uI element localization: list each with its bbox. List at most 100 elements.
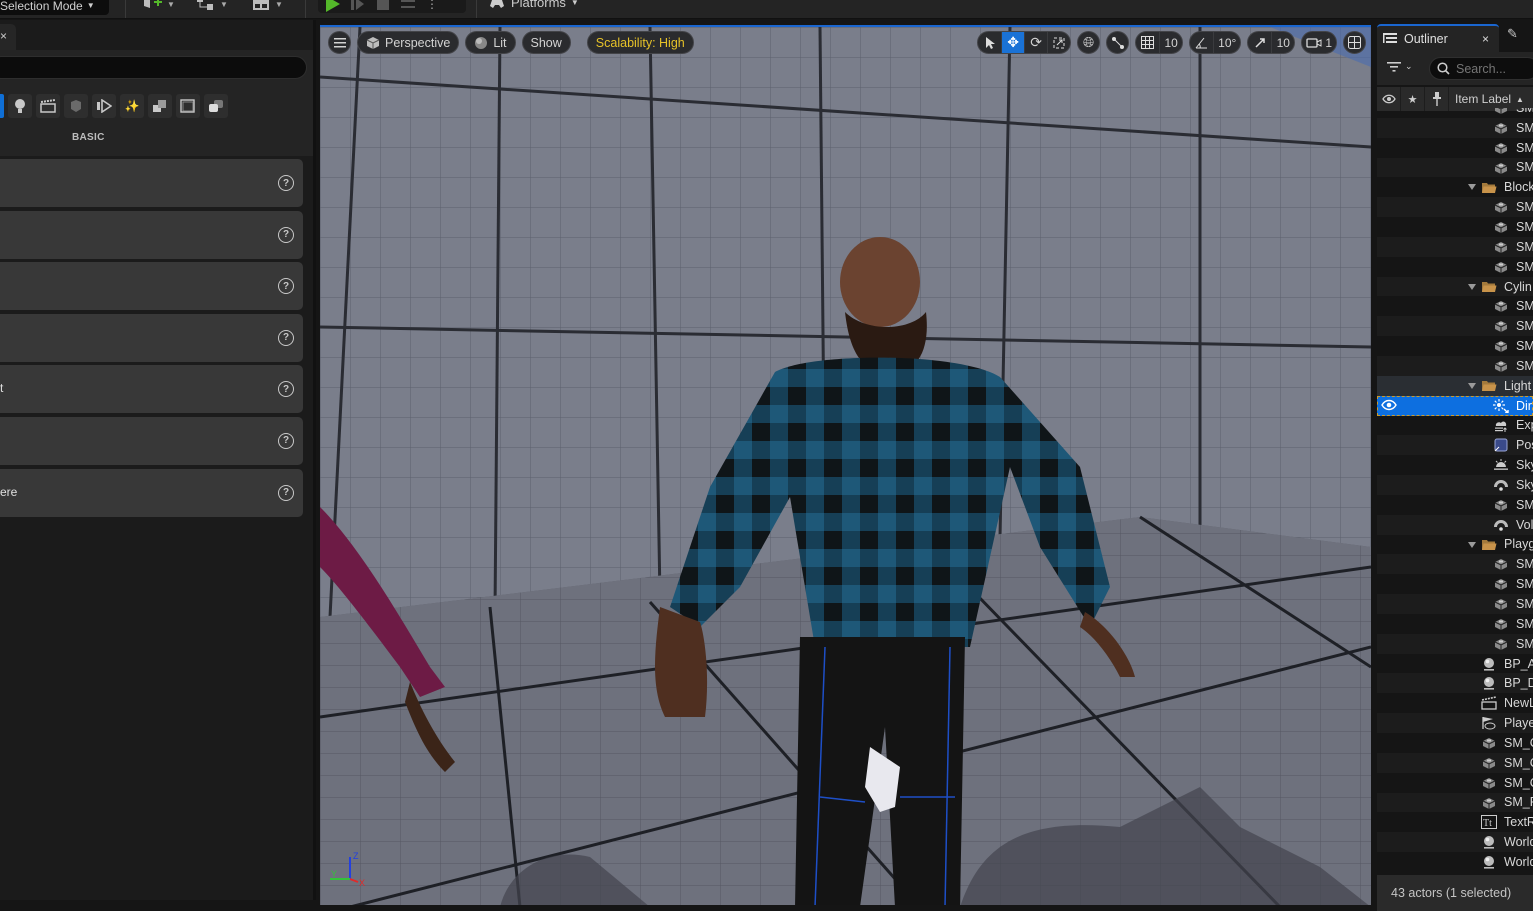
outliner-row[interactable]: SM: [1377, 614, 1533, 634]
perspective-dropdown[interactable]: Perspective: [357, 31, 460, 54]
advance-frame-icon[interactable]: [350, 0, 366, 11]
level-viewport[interactable]: Perspective Lit Show Scalability: High ✥…: [320, 25, 1371, 905]
expand-arrow-icon[interactable]: [1468, 541, 1476, 548]
selection-mode-dropdown[interactable]: Selection Mode ▼: [0, 0, 109, 15]
category-volumes[interactable]: [176, 94, 200, 118]
outliner-row[interactable]: SM: [1377, 236, 1533, 257]
rotate-tool-button[interactable]: ⟳: [1024, 32, 1047, 53]
outliner-row[interactable]: SM: [1377, 296, 1533, 316]
outliner-folder-row[interactable]: Light: [1377, 375, 1533, 396]
outliner-row[interactable]: NewL: [1377, 693, 1533, 713]
outliner-row[interactable]: SM: [1377, 197, 1533, 218]
outliner-row[interactable]: Dir: [1377, 395, 1533, 416]
outliner-row[interactable]: SM: [1377, 355, 1533, 376]
outliner-row[interactable]: Sky: [1377, 475, 1533, 495]
outliner-row[interactable]: SM: [1377, 157, 1533, 178]
surface-snapping-button[interactable]: [1106, 31, 1130, 54]
outliner-row[interactable]: SM: [1377, 495, 1533, 515]
outliner-row[interactable]: Pos: [1377, 435, 1533, 456]
add-content-button[interactable]: ▼: [142, 0, 175, 12]
outliner-row[interactable]: SM: [1377, 594, 1533, 614]
outliner-row[interactable]: Tt TextR: [1377, 812, 1533, 832]
outliner-row[interactable]: SM: [1377, 257, 1533, 277]
actor-list-item[interactable]: ?: [0, 210, 303, 259]
category-cinematic[interactable]: [36, 94, 60, 118]
help-icon[interactable]: ?: [278, 484, 294, 501]
show-dropdown[interactable]: Show: [521, 31, 571, 54]
actor-list-item[interactable]: ?: [0, 313, 303, 362]
eject-icon[interactable]: [400, 0, 416, 11]
more-options-icon[interactable]: ⋮: [426, 0, 438, 11]
viewport-layout-button[interactable]: [1343, 31, 1366, 54]
scalability-button[interactable]: Scalability: High: [586, 31, 694, 54]
actor-list-item[interactable]: ?: [0, 262, 303, 311]
help-icon[interactable]: ?: [278, 175, 294, 191]
help-icon[interactable]: ?: [278, 432, 294, 449]
expand-arrow-icon[interactable]: [1468, 184, 1476, 191]
category-recently-placed[interactable]: [0, 94, 4, 118]
outliner-row[interactable]: SM: [1377, 574, 1533, 594]
details-tab[interactable]: ✎: [1505, 26, 1533, 50]
viewport-options-button[interactable]: [328, 31, 351, 54]
outliner-row[interactable]: SM: [1377, 316, 1533, 337]
outliner-search-input[interactable]: [1456, 61, 1533, 76]
outliner-tab[interactable]: Outliner ×: [1377, 24, 1499, 52]
outliner-row[interactable]: SM: [1377, 108, 1533, 118]
help-icon[interactable]: ?: [278, 381, 294, 398]
scale-snap-toggle[interactable]: [1248, 32, 1271, 53]
outliner-folder-row[interactable]: Cylin: [1377, 276, 1533, 297]
outliner-row[interactable]: SM: [1377, 336, 1533, 356]
grid-snap-value[interactable]: 10: [1159, 32, 1182, 53]
outliner-row[interactable]: Playe: [1377, 713, 1533, 733]
outliner-search[interactable]: [1429, 57, 1533, 80]
view-mode-dropdown[interactable]: Lit: [465, 31, 516, 54]
expand-arrow-icon[interactable]: [1468, 283, 1476, 290]
category-media[interactable]: [92, 94, 116, 118]
actor-list-item[interactable]: t?: [0, 365, 303, 414]
place-actors-search-input[interactable]: [0, 56, 307, 79]
actor-list-item[interactable]: ?: [0, 159, 303, 207]
outliner-row[interactable]: SM: [1377, 217, 1533, 237]
scale-snap-value[interactable]: 10: [1271, 32, 1294, 53]
outliner-row[interactable]: Sky: [1377, 455, 1533, 475]
filter-button[interactable]: ⌄: [1387, 61, 1413, 73]
eye-icon[interactable]: [1381, 399, 1397, 413]
scale-tool-button[interactable]: [1047, 32, 1070, 53]
rotation-snap-value[interactable]: 10°: [1213, 32, 1240, 53]
outliner-row[interactable]: SM: [1377, 554, 1533, 575]
outliner-row[interactable]: BP_D: [1377, 673, 1533, 694]
category-visual-effects[interactable]: [64, 94, 88, 118]
outliner-row[interactable]: Exp: [1377, 416, 1533, 436]
category-effects[interactable]: ✨: [120, 94, 144, 118]
actor-list-item[interactable]: ere?: [0, 468, 303, 517]
place-actors-tab[interactable]: ×: [0, 24, 16, 50]
actor-list-item[interactable]: ?: [0, 416, 303, 465]
outliner-row[interactable]: SM: [1377, 117, 1533, 138]
platforms-button[interactable]: Platforms ▼: [488, 0, 579, 10]
help-icon[interactable]: ?: [278, 329, 294, 346]
outliner-row[interactable]: BP_A: [1377, 654, 1533, 674]
help-icon[interactable]: ?: [278, 278, 294, 295]
translate-tool-button[interactable]: ✥: [1001, 32, 1025, 53]
close-icon[interactable]: ×: [0, 29, 7, 43]
outliner-row[interactable]: SM_C: [1377, 733, 1533, 753]
outliner-folder-row[interactable]: Playg: [1377, 535, 1533, 555]
outliner-row[interactable]: SM_C: [1377, 752, 1533, 773]
category-shapes[interactable]: [148, 94, 172, 118]
select-tool-button[interactable]: [978, 32, 1001, 53]
outliner-row[interactable]: World: [1377, 832, 1533, 853]
cinematics-button[interactable]: ▼: [250, 0, 283, 12]
category-lights[interactable]: [8, 94, 32, 118]
expand-arrow-icon[interactable]: [1468, 382, 1476, 389]
outliner-row[interactable]: SM: [1377, 633, 1533, 654]
play-icon[interactable]: [326, 0, 340, 12]
outliner-row[interactable]: SM_F: [1377, 792, 1533, 813]
category-all-classes[interactable]: [204, 94, 228, 118]
camera-speed-button[interactable]: 1: [1302, 32, 1336, 53]
close-icon[interactable]: ×: [1482, 32, 1489, 46]
outliner-row[interactable]: SM_C: [1377, 773, 1533, 793]
panel-splitter[interactable]: [313, 20, 316, 900]
outliner-row[interactable]: SM: [1377, 138, 1533, 158]
stop-icon[interactable]: [376, 0, 390, 11]
grid-snap-toggle[interactable]: [1136, 32, 1159, 53]
